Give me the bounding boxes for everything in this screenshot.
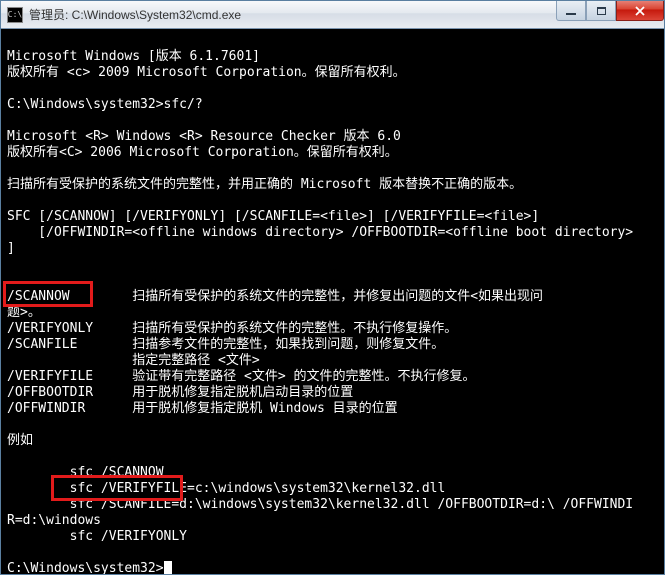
maximize-button[interactable] [586, 1, 616, 21]
output-line: 版权所有<C> 2006 Microsoft Corporation。保留所有权… [7, 145, 398, 160]
output-line: /OFFWINDIR 用于脱机修复指定脱机 Windows 目录的位置 [7, 401, 398, 416]
output-line: 例如 [7, 433, 33, 448]
output-line: Microsoft Windows [版本 6.1.7601] [7, 49, 260, 64]
output-line: 版权所有 <c> 2009 Microsoft Corporation。保留所有… [7, 65, 406, 80]
cmd-icon: C:\ [7, 7, 23, 23]
maximize-icon [597, 7, 606, 15]
output-line: [/OFFWINDIR=<offline windows directory> … [7, 225, 633, 240]
output-line: sfc /VERIFYFILE=c:\windows\system32\kern… [7, 481, 445, 496]
window-controls [556, 1, 664, 21]
output-line: 指定完整路径 <文件> [7, 353, 260, 368]
window-title: 管理员: C:\Windows\System32\cmd.exe [29, 6, 241, 23]
output-line: Microsoft <R> Windows <R> Resource Check… [7, 129, 401, 144]
output-line: ] [7, 241, 15, 256]
output-line: sfc /VERIFYONLY [7, 529, 187, 544]
minimize-button[interactable] [556, 1, 586, 21]
output-line: /VERIFYONLY 扫描所有受保护的系统文件的完整性。不执行修复操作。 [7, 321, 457, 336]
output-line: /SCANNOW 扫描所有受保护的系统文件的完整性，并修复出问题的文件<如果出现… [7, 289, 543, 304]
terminal-output[interactable]: Microsoft Windows [版本 6.1.7601] 版权所有 <c>… [1, 29, 664, 574]
cursor [164, 561, 172, 574]
minimize-icon [566, 13, 576, 15]
output-line: 扫描所有受保护的系统文件的完整性，并用正确的 Microsoft 版本替换不正确… [7, 177, 522, 192]
output-line: R=d:\windows [7, 513, 101, 528]
output-line: sfc /SCANNOW [7, 465, 164, 480]
titlebar[interactable]: C:\ 管理员: C:\Windows\System32\cmd.exe [1, 1, 664, 29]
output-line: 题>。 [7, 305, 41, 320]
cmd-window: C:\ 管理员: C:\Windows\System32\cmd.exe Mic… [0, 0, 665, 575]
output-line: /OFFBOOTDIR 用于脱机修复指定脱机启动目录的位置 [7, 385, 353, 400]
output-line: /SCANFILE 扫描参考文件的完整性，如果找到问题，则修复文件。 [7, 337, 444, 352]
prompt-line: C:\Windows\system32>sfc/? [7, 97, 203, 112]
close-icon [634, 5, 646, 17]
close-button[interactable] [616, 1, 664, 21]
output-line: sfc /SCANFILE=d:\windows\system32\kernel… [7, 497, 633, 512]
output-line: /VERIFYFILE 验证带有完整路径 <文件> 的文件的完整性。不执行修复。 [7, 369, 476, 384]
output-line: SFC [/SCANNOW] [/VERIFYONLY] [/SCANFILE=… [7, 209, 539, 224]
prompt-line: C:\Windows\system32> [7, 561, 164, 574]
